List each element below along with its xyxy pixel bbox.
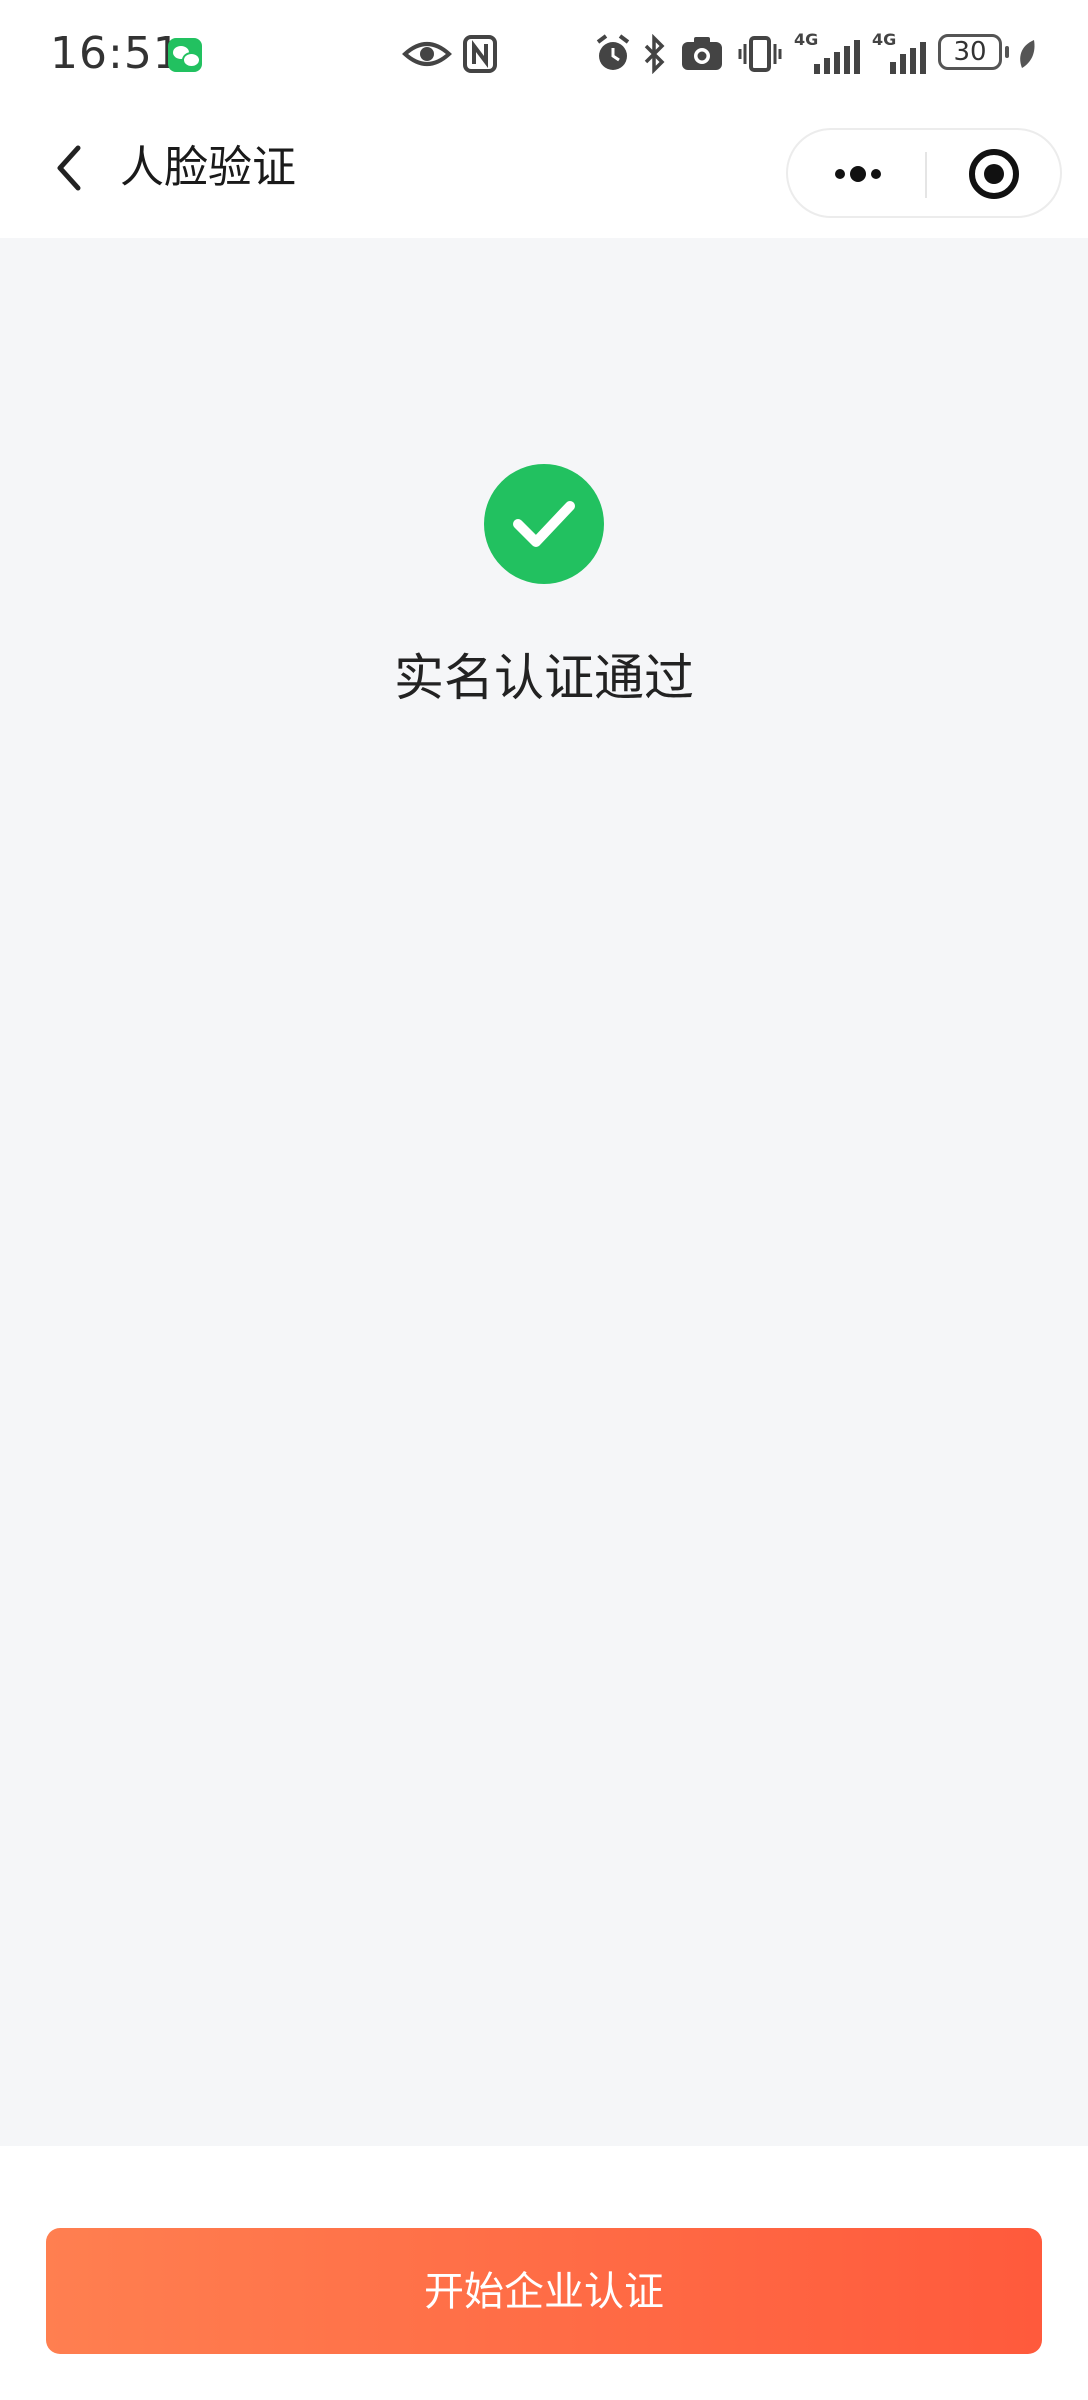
wechat-notification-icon [168, 38, 202, 72]
footer: 开始企业认证 [0, 2146, 1088, 2400]
main-content: 实名认证通过 [0, 238, 1088, 2146]
signal-1-icon: 4G [794, 30, 860, 74]
mini-program-capsule [786, 128, 1062, 218]
leaf-icon [1020, 40, 1035, 68]
status-bar: 16:51 4G 4G 30 [0, 0, 1088, 112]
eye-icon [402, 42, 452, 66]
battery-tip [1005, 46, 1009, 58]
close-mini-program-icon[interactable] [938, 140, 1048, 208]
camera-icon [682, 37, 722, 70]
navigation-bar: 人脸验证 [0, 112, 1088, 238]
page-title: 人脸验证 [120, 142, 296, 193]
nfc-icon [463, 35, 497, 73]
start-enterprise-verification-button[interactable]: 开始企业认证 [46, 2228, 1042, 2354]
capsule-divider [925, 152, 927, 198]
signal-2-icon: 4G [872, 30, 934, 74]
status-time: 16:51 [50, 28, 182, 79]
alarm-icon [596, 34, 630, 70]
battery-level: 30 [953, 37, 987, 67]
more-options-icon[interactable] [798, 140, 918, 208]
battery-indicator: 30 [938, 34, 1002, 70]
back-arrow-icon[interactable] [44, 140, 100, 196]
bluetooth-icon [644, 34, 665, 74]
verification-success-message: 实名认证通过 [394, 649, 694, 707]
vibrate-icon [738, 36, 782, 72]
screen: 16:51 4G 4G 30 人脸验证 实名认证通过 开始企业认证 [0, 0, 1088, 2400]
check-circle-icon [484, 464, 604, 584]
